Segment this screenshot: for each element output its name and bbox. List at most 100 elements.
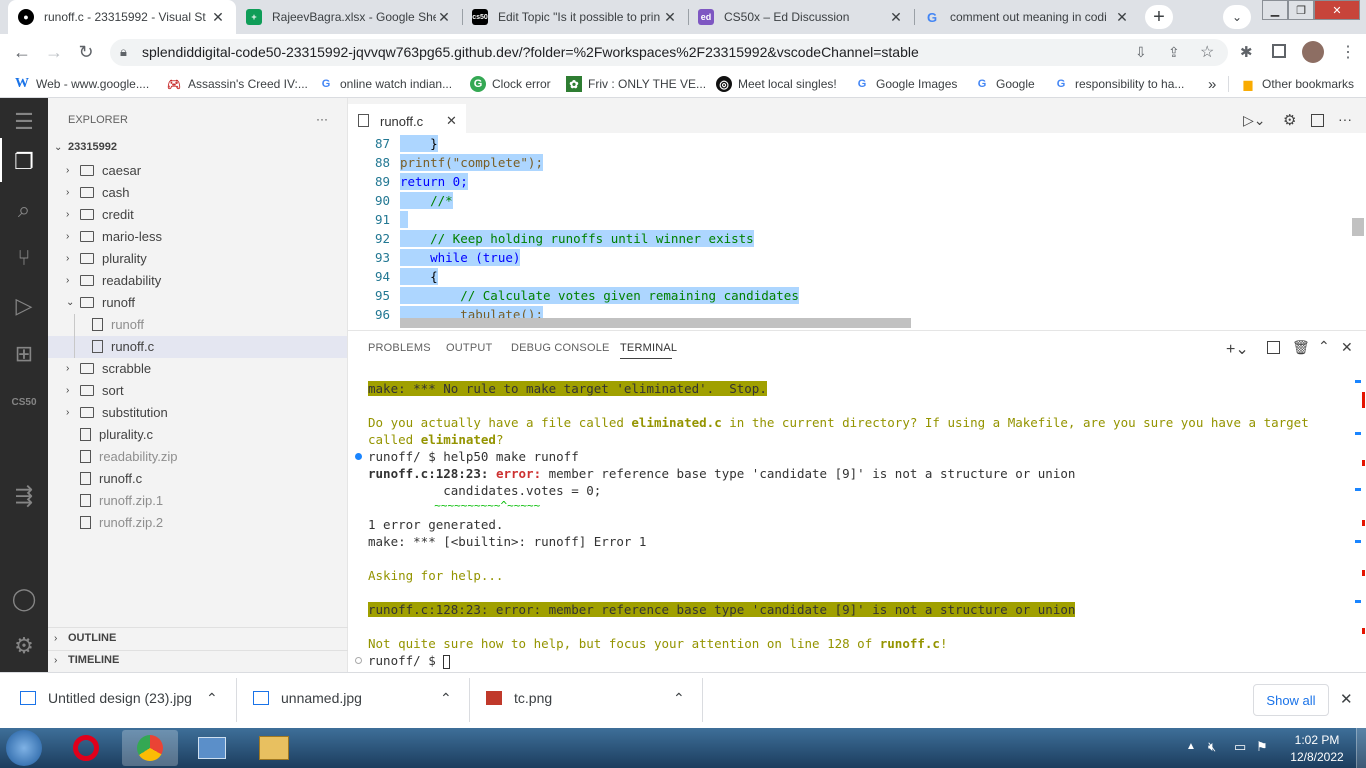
install-icon[interactable]: ⇩ [1135,44,1147,61]
gear-icon[interactable]: ⚙ [1283,111,1296,129]
tree-item[interactable]: › caesar [66,163,141,178]
browser-menu-icon[interactable]: ⋮ [1340,42,1356,62]
more-actions-icon[interactable]: ··· [1338,111,1352,127]
close-tab-icon[interactable]: ✕ [888,9,904,26]
close-editor-icon[interactable]: ✕ [446,113,457,129]
browser-tab-vscode[interactable]: ● runoff.c - 23315992 - Visual St ✕ [8,0,236,34]
tree-item[interactable]: runoff [92,317,144,332]
tree-item[interactable]: › substitution [66,405,168,420]
tree-item[interactable]: › sort [66,383,124,398]
tab-problems[interactable]: PROBLEMS [368,342,431,354]
tree-item[interactable]: runoff.c [80,471,142,486]
run-file-icon[interactable]: ▷⌄ [1243,112,1266,129]
code-line[interactable] [400,211,408,228]
close-tab-icon[interactable]: ✕ [210,9,226,26]
restore-button[interactable]: ❐ [1288,0,1314,20]
close-tab-icon[interactable]: ✕ [662,9,678,26]
chevron-up-icon[interactable]: ⌃ [673,690,685,707]
extensions-icon[interactable]: ⊞ [0,330,48,378]
browser-tab-ed[interactable]: ed CS50x – Ed Discussion ✕ [688,0,914,34]
tree-item[interactable]: plurality.c [80,427,153,442]
bookmarks-overflow-button[interactable]: » [1208,76,1216,93]
new-terminal-icon[interactable]: +⌄ [1226,339,1249,359]
browser-tab-cs50[interactable]: cs50 Edit Topic "Is it possible to prin … [462,0,688,34]
taskbar-opera[interactable] [58,730,114,766]
tree-item[interactable]: runoff.zip.1 [80,493,163,508]
tree-item[interactable]: ⌄ runoff [66,295,135,310]
tree-item[interactable]: runoff.zip.2 [80,515,163,530]
bookmark-item[interactable]: G Clock error [470,76,551,92]
browser-tab-sheets[interactable]: + RajeevBagra.xlsx - Google She ✕ [236,0,462,34]
workspace-root[interactable]: ⌄ 23315992 [54,141,117,153]
browser-tab-google[interactable]: G comment out meaning in codi ✕ [914,0,1140,34]
accounts-icon[interactable]: ◯ [0,575,48,623]
profile-avatar[interactable] [1302,41,1324,63]
start-button[interactable] [6,730,42,766]
tab-debug-console[interactable]: DEBUG CONSOLE [511,342,610,354]
clock-time[interactable]: 1:02 PM [1282,733,1352,747]
bookmark-star-icon[interactable]: ☆ [1200,42,1214,62]
code-line[interactable]: } [400,135,438,152]
extensions-icon[interactable]: ✱ [1240,43,1253,61]
trash-icon[interactable]: 🗑︎ [1292,339,1310,356]
tree-item[interactable]: › scrabble [66,361,151,376]
code-line[interactable]: { [400,268,438,285]
tree-item[interactable]: readability.zip [80,449,178,464]
tab-search-button[interactable]: ⌄ [1223,5,1251,29]
url-text[interactable]: splendiddigital-code50-23315992-jqvvqw76… [142,44,919,60]
sidepanel-icon[interactable] [1272,44,1286,58]
tree-item[interactable]: › credit [66,207,134,222]
tab-output[interactable]: OUTPUT [446,342,492,354]
show-desktop-button[interactable] [1356,728,1366,768]
forward-button[interactable]: → [42,40,66,64]
close-panel-icon[interactable]: ✕ [1341,339,1353,356]
terminal-prompt[interactable]: runoff/ $ [368,653,451,669]
code-line[interactable]: // Calculate votes given remaining candi… [400,287,799,304]
settings-gear-icon[interactable]: ⚙ [0,622,48,670]
chevron-up-icon[interactable]: ⌃ [206,690,218,707]
share-icon[interactable]: ⇪ [1168,44,1180,61]
bookmark-item[interactable]: G Google Images [854,76,958,92]
bookmark-item[interactable]: Gonline watch indian... [318,76,452,92]
close-tab-icon[interactable]: ✕ [436,9,452,26]
window-close-button[interactable]: ✕ [1314,0,1360,20]
tray-expand-icon[interactable]: ▲ [1186,741,1196,752]
tree-item[interactable]: › cash [66,185,129,200]
code-line[interactable]: // Keep holding runoffs until winner exi… [400,230,754,247]
new-tab-button[interactable]: + [1145,5,1173,29]
bookmark-item[interactable]: Gresponsibility to ha... [1053,76,1185,92]
close-download-bar-icon[interactable]: ✕ [1340,690,1353,708]
bookmark-item[interactable]: 🎮︎ Assassin's Creed IV:... [166,76,308,92]
bookmark-item[interactable]: G Google [974,76,1035,92]
tab-terminal[interactable]: TERMINAL [620,342,677,354]
reload-button[interactable]: ↻ [74,40,98,64]
horizontal-scrollbar[interactable] [400,318,911,328]
back-button[interactable]: ← [10,40,34,64]
taskbar-app[interactable] [184,730,240,766]
split-editor-icon[interactable] [1311,114,1324,127]
tree-item[interactable]: runoff.c [92,339,154,354]
code-line[interactable]: //* [400,192,453,209]
split-terminal-icon[interactable] [1267,341,1280,354]
timeline-section[interactable]: › TIMELINE [54,654,119,666]
remote-share-icon[interactable]: ⇶ [0,472,48,520]
clock-date[interactable]: 12/8/2022 [1282,750,1352,764]
bookmark-item[interactable]: W Web - www.google.... [14,76,149,92]
minimize-button[interactable]: ▁ [1262,0,1288,20]
outline-section[interactable]: › OUTLINE [54,632,116,644]
code-line[interactable]: printf("complete"); [400,154,543,171]
taskbar-chrome[interactable] [122,730,178,766]
tree-item[interactable]: › readability [66,273,161,288]
network-icon[interactable]: ▭ [1234,739,1246,755]
maximize-panel-icon[interactable]: ⌃ [1318,338,1330,355]
vertical-scrollbar[interactable] [1352,218,1364,236]
code-line[interactable]: while (true) [400,249,521,266]
tree-item[interactable]: › plurality [66,251,147,266]
explorer-more-button[interactable]: ··· [316,112,328,126]
run-debug-icon[interactable]: ▷ [0,282,48,330]
download-item[interactable]: tc.png [486,690,552,706]
source-control-icon[interactable]: ⑂ [0,234,48,282]
code-line[interactable]: return 0; [400,173,468,190]
taskbar-explorer[interactable] [246,730,302,766]
other-bookmarks[interactable]: ▆ Other bookmarks [1240,76,1354,92]
